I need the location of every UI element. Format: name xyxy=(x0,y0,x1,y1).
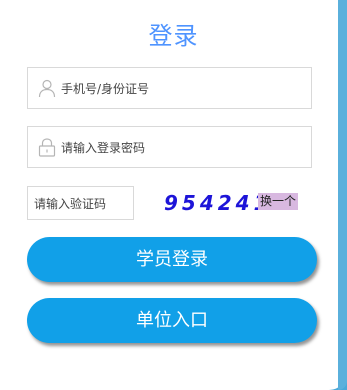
captcha-image[interactable]: 954241 xyxy=(164,190,272,216)
page-title: 登录 xyxy=(148,22,199,50)
unit-entry-button[interactable]: 单位入口 xyxy=(27,298,317,343)
lock-icon xyxy=(37,137,57,157)
student-login-button[interactable]: 学员登录 xyxy=(27,237,317,282)
captcha-input[interactable] xyxy=(34,195,130,213)
password-input[interactable] xyxy=(61,138,301,158)
captcha-field[interactable] xyxy=(27,186,134,220)
user-icon xyxy=(37,78,57,98)
phone-input[interactable] xyxy=(61,79,301,99)
phone-field[interactable] xyxy=(27,67,312,109)
password-field[interactable] xyxy=(27,126,312,168)
login-panel: 登录 954241 换一个 学员登录 单位入口 xyxy=(0,0,347,390)
refresh-captcha-link[interactable]: 换一个 xyxy=(258,193,299,210)
panel-edge-decoration xyxy=(338,0,347,390)
